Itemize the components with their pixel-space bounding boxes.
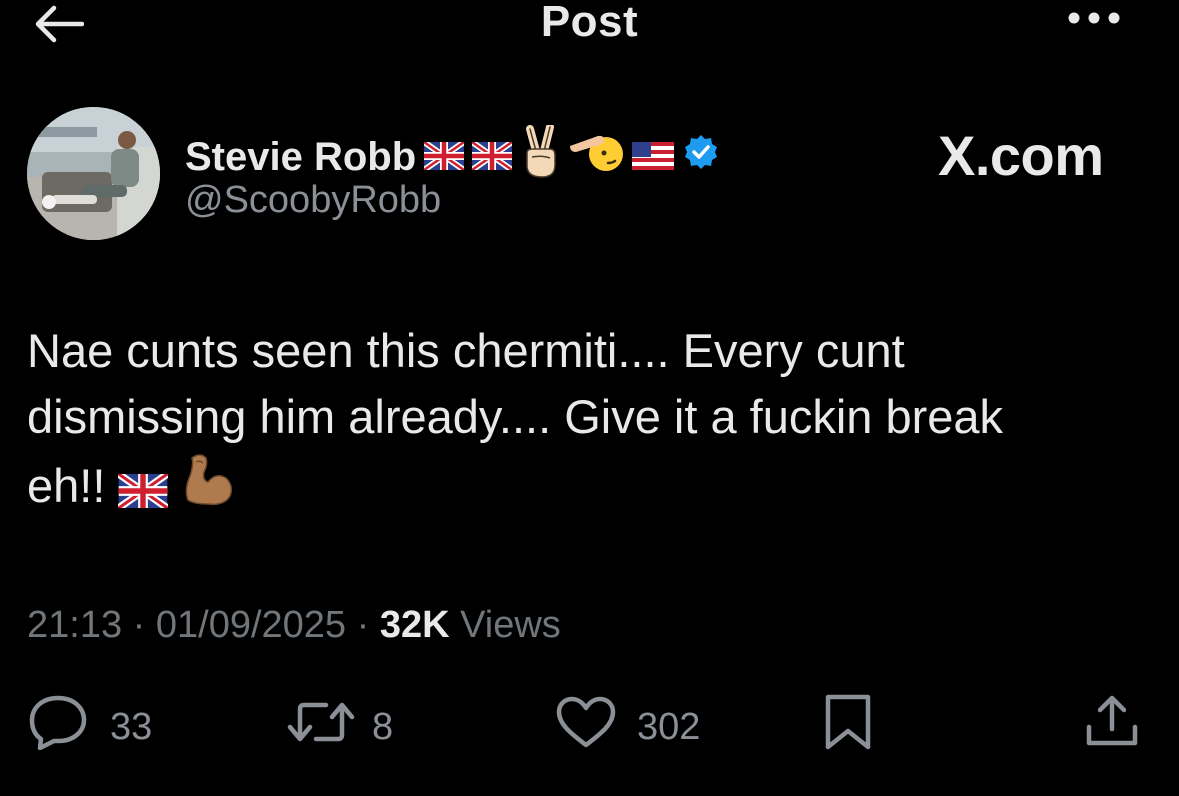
display-name: Stevie Robb [185, 135, 417, 179]
source-watermark: X.com [938, 124, 1104, 187]
uk-flag-icon [422, 134, 466, 180]
repost-button[interactable]: 8 [286, 698, 393, 756]
victory-hand-icon [520, 123, 560, 189]
saluting-face-icon [568, 130, 624, 184]
views-label: Views [460, 604, 561, 646]
uk-flag-icon [470, 134, 514, 180]
reply-count: 33 [110, 705, 153, 748]
reply-button[interactable]: 33 [28, 695, 153, 756]
share-button[interactable] [1083, 695, 1141, 756]
like-count: 302 [637, 705, 701, 748]
bookmark-button[interactable] [822, 694, 874, 756]
avatar[interactable] [27, 107, 160, 240]
post-line-2: dismissing him already.... Give it a fuc… [27, 390, 1004, 443]
more-horizontal-icon [1064, 10, 1124, 31]
meta-separator: · [346, 604, 380, 646]
more-options-button[interactable] [1058, 2, 1130, 38]
bookmark-icon [822, 693, 874, 761]
page-title: Post [540, 0, 639, 46]
like-button[interactable]: 302 [555, 695, 701, 759]
us-flag-icon [632, 134, 675, 180]
repost-icon [286, 697, 356, 757]
share-icon [1083, 693, 1141, 761]
reply-icon [28, 694, 88, 760]
author-handle[interactable]: @ScoobyRobb [185, 177, 441, 223]
verified-badge-icon[interactable] [682, 133, 720, 181]
heart-icon [555, 695, 617, 759]
meta-separator: · [122, 604, 156, 646]
flexed-biceps-icon [178, 450, 236, 525]
post-date: 01/09/2025 [155, 604, 347, 646]
avatar-photo [27, 107, 160, 240]
views-count[interactable]: 32K [380, 604, 450, 646]
post-line-3: eh!! [27, 459, 119, 512]
uk-flag-icon [117, 459, 170, 525]
post-time: 21:13 [27, 604, 123, 646]
post-line-1: Nae cunts seen this chermiti.... Every c… [27, 324, 905, 377]
repost-count: 8 [372, 705, 394, 748]
post-meta: 21:13 · 01/09/2025 · 32K Views [27, 602, 561, 648]
post-text: Nae cunts seen this chermiti.... Every c… [27, 318, 1152, 525]
